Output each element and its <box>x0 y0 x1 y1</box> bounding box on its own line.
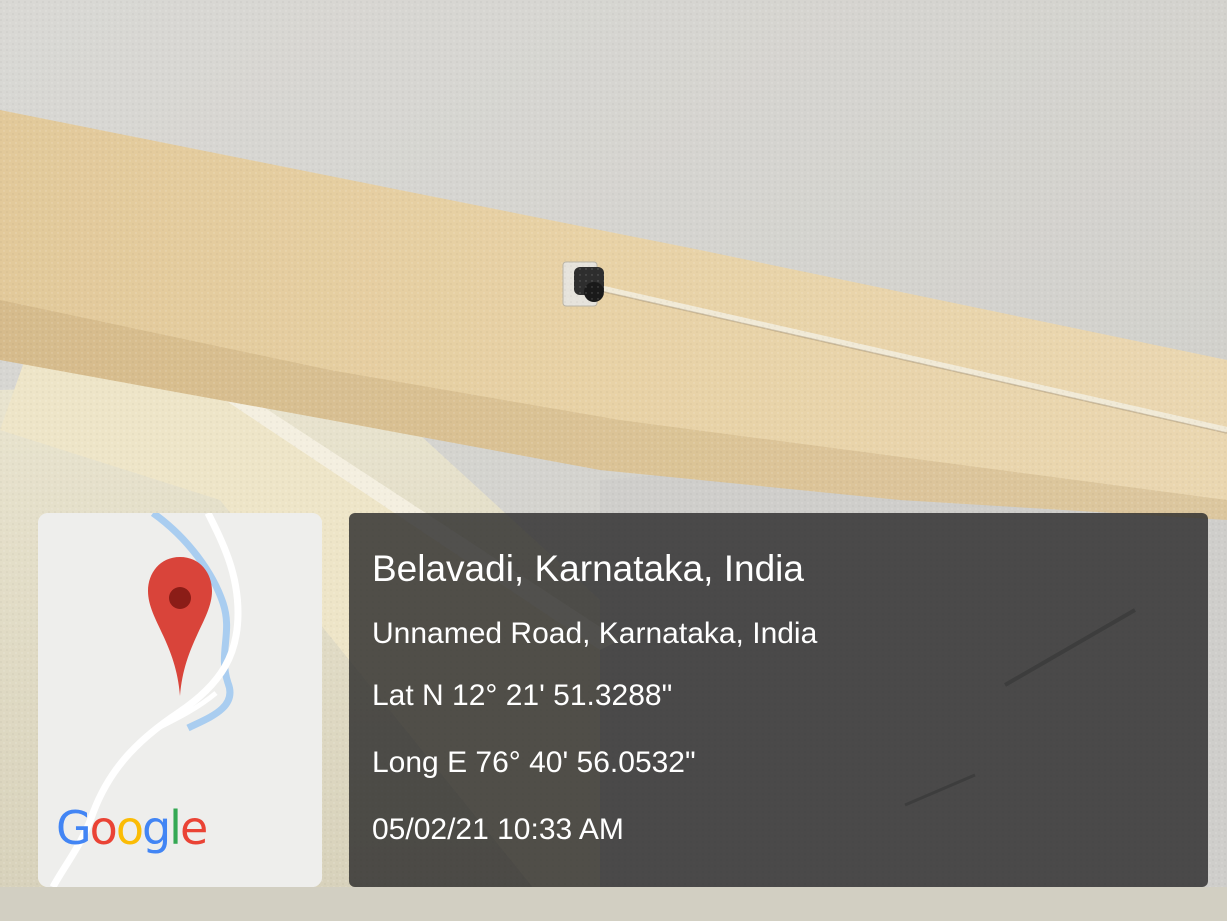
address-text: Unnamed Road, Karnataka, India <box>372 617 818 650</box>
google-logo-letter: g <box>141 801 171 855</box>
timestamp-text: 05/02/21 10:33 AM <box>372 813 624 846</box>
google-logo: Google <box>56 801 208 855</box>
google-logo-letter: o <box>115 801 144 855</box>
map-thumbnail: Google <box>38 513 322 887</box>
google-logo-letter: e <box>179 801 208 855</box>
latitude-text: Lat N 12° 21' 51.3288" <box>372 679 673 712</box>
longitude-text: Long E 76° 40' 56.0532" <box>372 746 696 779</box>
geotag-info-panel: Belavadi, Karnataka, India Unnamed Road,… <box>349 513 1208 887</box>
google-logo-letter: o <box>89 801 118 855</box>
google-logo-letter: G <box>56 801 92 855</box>
google-logo-letter: l <box>169 801 182 855</box>
place-title: Belavadi, Karnataka, India <box>372 548 804 589</box>
map-pin-icon <box>148 557 212 696</box>
